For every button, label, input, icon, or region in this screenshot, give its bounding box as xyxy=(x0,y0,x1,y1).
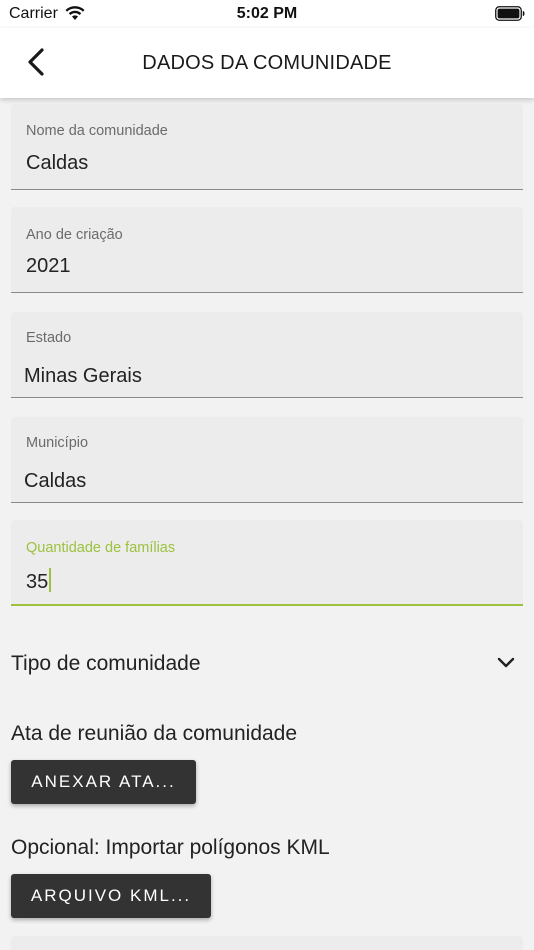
meeting-minutes-label: Ata de reunião da comunidade xyxy=(11,722,298,745)
dropdown-label: Tipo de comunidade xyxy=(11,652,201,675)
community-name-field[interactable]: Nome da comunidade Caldas xyxy=(11,104,523,190)
app-header: DADOS DA COMUNIDADE xyxy=(0,28,534,98)
field-label: Quantidade de famílias xyxy=(26,540,176,556)
status-bar: Carrier 5:02 PM xyxy=(0,0,534,28)
field-value: 35 xyxy=(26,568,52,594)
kml-import-label: Opcional: Importar polígonos KML xyxy=(11,836,330,859)
attach-minutes-button[interactable]: ANEXAR ATA... xyxy=(11,760,196,804)
page-title: DADOS DA COMUNIDADE xyxy=(142,52,392,74)
battery-icon xyxy=(495,6,525,21)
text-caret xyxy=(49,568,52,592)
chevron-down-icon xyxy=(497,657,515,668)
field-value: Caldas xyxy=(26,152,89,174)
community-type-dropdown[interactable]: Tipo de comunidade xyxy=(11,640,523,688)
state-field[interactable]: Estado Minas Gerais xyxy=(11,312,523,398)
field-label: Município xyxy=(26,435,89,451)
field-value-text: 35 xyxy=(26,571,49,593)
field-label: Ano de criação xyxy=(26,227,123,243)
creation-year-field[interactable]: Ano de criação 2021 xyxy=(11,207,523,293)
clock-label: 5:02 PM xyxy=(236,5,298,22)
municipality-field[interactable]: Município Caldas xyxy=(11,417,523,503)
kml-file-button[interactable]: ARQUIVO KML... xyxy=(11,874,211,918)
field-value: 2021 xyxy=(26,255,71,277)
families-count-field[interactable]: Quantidade de famílias 35 xyxy=(11,520,523,606)
next-field-card xyxy=(11,936,523,950)
field-label: Nome da comunidade xyxy=(26,123,168,139)
field-value: Minas Gerais xyxy=(24,365,142,387)
field-value: Caldas xyxy=(24,470,87,492)
field-label: Estado xyxy=(26,330,72,346)
